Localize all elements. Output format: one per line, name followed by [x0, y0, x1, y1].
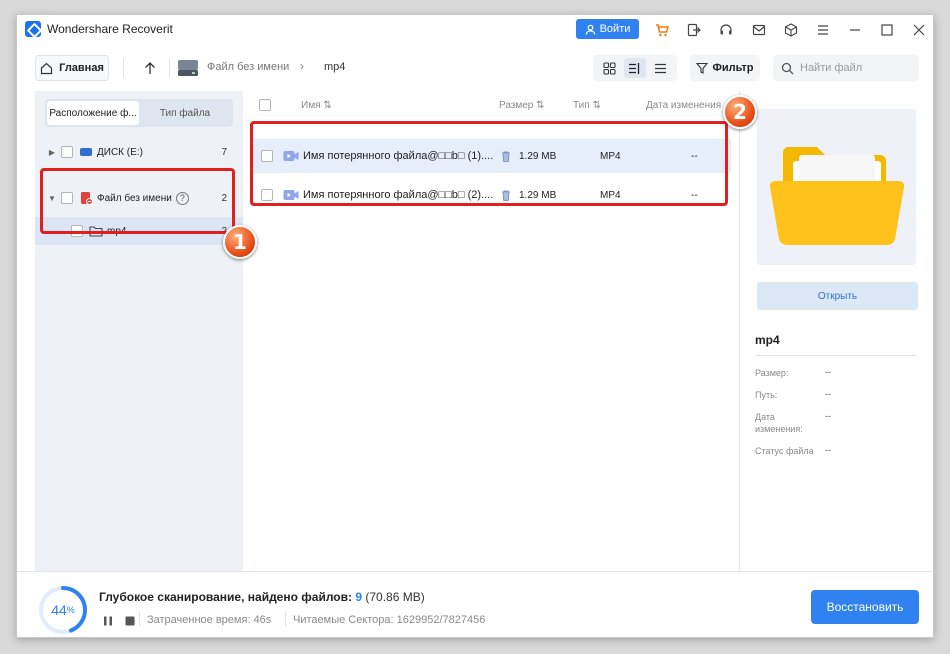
grid-view-button[interactable]	[599, 58, 621, 78]
progress-value: 44	[51, 602, 67, 618]
maximize-icon[interactable]	[878, 21, 896, 39]
toolbar: Главная Файл без имени › mp4 Фильтр	[17, 53, 933, 83]
preview-box	[757, 109, 916, 265]
chevron-right-icon: ›	[300, 59, 304, 73]
detail-view-button[interactable]	[623, 58, 646, 78]
divider	[139, 612, 140, 626]
scan-title: Глубокое сканирование, найдено файлов: 9…	[99, 590, 425, 604]
detail-label-date: Дата изменения:	[755, 412, 803, 434]
home-label: Главная	[59, 62, 104, 74]
sectors-read: Читаемые Сектора: 1629952/7827456	[293, 614, 486, 626]
grid-icon	[603, 61, 616, 75]
folder-icon	[769, 147, 905, 246]
pause-icon[interactable]	[103, 616, 113, 626]
menu-icon[interactable]	[814, 21, 832, 39]
column-type[interactable]: Тип ⇅	[573, 100, 601, 111]
login-button[interactable]: Войти	[576, 19, 639, 39]
app-logo-icon	[25, 21, 41, 37]
detail-title: mp4	[755, 333, 780, 347]
tab-file-type[interactable]: Тип файла	[139, 101, 231, 125]
app-window: Wondershare Recoverit Войти Главная Файл…	[16, 14, 934, 638]
home-icon	[41, 62, 53, 74]
caret-right-icon[interactable]: ▶	[47, 148, 57, 157]
search-box	[773, 55, 919, 81]
user-icon	[585, 24, 595, 35]
tree-checkbox[interactable]	[61, 146, 73, 158]
breadcrumb-current: mp4	[324, 61, 346, 73]
search-input[interactable]	[800, 62, 910, 74]
annotation-badge-2: 2	[723, 95, 757, 129]
annotation-badge-1: 1	[223, 225, 257, 259]
detail-label-size: Размер:	[755, 368, 789, 378]
filter-button[interactable]: Фильтр	[690, 55, 760, 81]
detail-value-size: --	[825, 367, 831, 377]
up-button[interactable]	[139, 56, 161, 80]
view-switcher	[593, 55, 677, 81]
progress-percent: 44%	[37, 584, 89, 636]
cart-icon[interactable]	[653, 21, 671, 39]
file-list-header: Имя ⇅ Размер ⇅ Тип ⇅ Дата изменения	[243, 91, 739, 119]
detail-label-status: Статус файла	[755, 446, 814, 456]
percent-sign: %	[66, 605, 75, 615]
login-label: Войти	[599, 23, 631, 35]
select-all-checkbox[interactable]	[259, 99, 271, 111]
detail-value-status: --	[825, 445, 831, 455]
divider	[739, 91, 740, 571]
restore-button[interactable]: Восстановить	[811, 590, 919, 624]
column-size[interactable]: Размер ⇅	[499, 100, 545, 111]
sign-in-icon[interactable]	[685, 21, 703, 39]
divider	[169, 58, 170, 78]
list-icon	[654, 63, 666, 73]
list-view-button[interactable]	[649, 58, 671, 78]
detail-value-date: --	[825, 411, 831, 421]
scan-title-text: Глубокое сканирование, найдено файлов:	[99, 590, 352, 604]
mail-icon[interactable]	[750, 21, 768, 39]
breadcrumb-item[interactable]: Файл без имени	[207, 61, 289, 73]
elapsed-time: Затраченное время: 46s	[147, 614, 272, 626]
divider	[755, 355, 917, 356]
divider	[285, 612, 286, 626]
cube-icon[interactable]	[782, 21, 800, 39]
minimize-icon[interactable]	[846, 21, 864, 39]
detail-list-icon	[629, 62, 640, 74]
disk-icon	[80, 148, 92, 156]
headset-icon[interactable]	[717, 21, 735, 39]
tab-location[interactable]: Расположение ф...	[47, 101, 139, 125]
annotation-highlight-1	[40, 168, 235, 234]
drive-icon	[178, 60, 198, 76]
column-name[interactable]: Имя ⇅	[301, 100, 332, 111]
filter-label: Фильтр	[712, 62, 754, 74]
found-size: (70.86 MB)	[365, 590, 425, 604]
scan-status-bar: 44% Глубокое сканирование, найдено файло…	[17, 571, 933, 637]
arrow-up-icon	[145, 62, 155, 74]
open-button[interactable]: Открыть	[757, 282, 918, 310]
home-button[interactable]: Главная	[35, 55, 109, 81]
location-panel: Расположение ф... Тип файла ▶ ДИСК (E:) …	[35, 91, 243, 571]
search-icon	[781, 62, 794, 74]
filter-icon	[696, 62, 709, 74]
annotation-highlight-2	[250, 121, 728, 206]
close-icon[interactable]	[910, 21, 928, 39]
panel-tabs: Расположение ф... Тип файла	[45, 99, 233, 127]
detail-label-path: Путь:	[755, 390, 778, 400]
found-count: 9	[355, 590, 363, 604]
tree-count: 7	[221, 146, 227, 158]
title-bar: Wondershare Recoverit Войти	[17, 15, 933, 45]
stop-icon[interactable]	[125, 616, 135, 626]
tree-label: ДИСК (E:)	[97, 146, 143, 158]
app-title: Wondershare Recoverit	[47, 22, 173, 36]
column-date[interactable]: Дата изменения	[646, 100, 721, 111]
tree-item-disk-e[interactable]: ▶ ДИСК (E:) 7	[35, 139, 243, 165]
divider	[123, 58, 124, 78]
detail-value-path: --	[825, 389, 831, 399]
